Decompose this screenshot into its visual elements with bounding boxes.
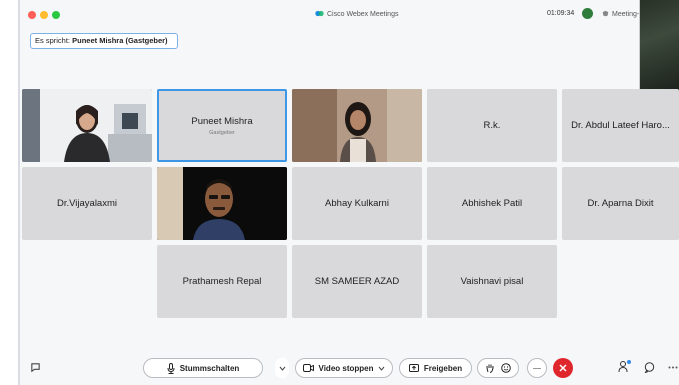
share-button-label: Freigeben — [423, 363, 463, 373]
meeting-timer: 01:09:34 — [547, 10, 575, 17]
more-menu-icon[interactable] — [668, 366, 678, 369]
stop-video-label: Video stoppen — [318, 363, 374, 373]
participant-video-tile[interactable] — [157, 167, 287, 240]
chat-icon[interactable] — [30, 362, 41, 373]
participant-name: SM SAMEER AZAD — [314, 276, 400, 287]
microphone-icon — [167, 362, 175, 374]
mute-button[interactable]: Stummschalten — [143, 358, 263, 378]
stop-video-button[interactable]: Video stoppen — [295, 358, 393, 378]
close-icon — [559, 364, 567, 372]
leave-meeting-button[interactable] — [553, 358, 573, 378]
participant-tile[interactable]: Abhishek Patil — [427, 167, 557, 240]
app-title: Cisco Webex Meetings — [315, 10, 398, 18]
participant-tile[interactable]: Prathamesh Repal — [157, 245, 287, 318]
video-camera-icon — [302, 364, 314, 372]
mute-button-label: Stummschalten — [179, 363, 240, 373]
participant-name: Abhay Kulkarni — [325, 198, 389, 209]
raise-hand-icon[interactable] — [486, 363, 494, 373]
more-dots-icon — [533, 367, 541, 369]
webex-logo-icon — [315, 10, 324, 17]
active-speaker-indicator: Es spricht: Puneet Mishra (Gastgeber) — [30, 33, 178, 49]
participants-icon[interactable] — [618, 360, 632, 373]
active-speaker-name: Puneet Mishra (Gastgeber) — [72, 36, 168, 45]
app-title-text: Cisco Webex Meetings — [327, 11, 399, 18]
participant-tile[interactable]: Abhay Kulkarni — [292, 167, 422, 240]
audio-options-button[interactable] — [275, 358, 289, 378]
participant-video — [22, 89, 152, 162]
participant-tile[interactable]: Dr. Aparna Dixit — [562, 167, 679, 240]
participant-tile[interactable]: Dr.Vijayalaxmi — [22, 167, 152, 240]
title-bar: Cisco Webex Meetings 01:09:34 Meeting-I — [20, 0, 679, 30]
participant-tile[interactable]: R.k. — [427, 89, 557, 162]
emoji-reaction-icon[interactable] — [500, 363, 511, 373]
participant-tile-host[interactable]: Puneet Mishra Gastgeber — [157, 89, 287, 162]
participant-video — [157, 167, 287, 240]
left-window-edge — [0, 0, 20, 385]
share-screen-icon — [408, 364, 419, 372]
participant-tile[interactable]: Dr. Abdul Lateef Haro... — [562, 89, 679, 162]
self-view-video[interactable] — [639, 0, 679, 92]
chevron-down-icon — [279, 366, 285, 371]
participant-video-tile[interactable] — [292, 89, 422, 162]
info-icon — [602, 10, 609, 17]
participant-name: Vaishnavi pisal — [460, 276, 524, 287]
zoom-window-button[interactable] — [52, 11, 60, 19]
close-window-button[interactable] — [28, 11, 36, 19]
participant-tile[interactable]: Vaishnavi pisal — [427, 245, 557, 318]
connection-status-icon[interactable] — [582, 8, 593, 19]
meeting-info-button[interactable]: Meeting-I — [602, 10, 641, 18]
share-button[interactable]: Freigeben — [399, 358, 472, 378]
minimize-window-button[interactable] — [40, 11, 48, 19]
chevron-down-icon — [379, 366, 385, 371]
participant-name: Dr. Abdul Lateef Haro... — [571, 120, 670, 131]
meeting-controls: Stummschalten Video stoppen Freigeben — [20, 355, 679, 385]
participant-name: Abhishek Patil — [461, 198, 523, 209]
chat-bubble-icon[interactable] — [644, 362, 655, 373]
reactions-group — [477, 358, 519, 378]
participant-name: R.k. — [483, 120, 501, 131]
participant-name: Puneet Mishra — [191, 115, 253, 127]
participant-tile[interactable]: SM SAMEER AZAD — [292, 245, 422, 318]
participant-video-tile[interactable] — [22, 89, 152, 162]
more-options-button[interactable] — [527, 358, 547, 378]
meeting-info-label: Meeting-I — [612, 11, 642, 18]
participant-role: Gastgeber — [209, 129, 235, 136]
participant-name: Dr.Vijayalaxmi — [56, 198, 117, 209]
participant-name: Prathamesh Repal — [182, 276, 262, 287]
participant-video — [292, 89, 422, 162]
active-speaker-prefix: Es spricht: — [35, 36, 71, 45]
participant-name: Dr. Aparna Dixit — [587, 198, 654, 209]
